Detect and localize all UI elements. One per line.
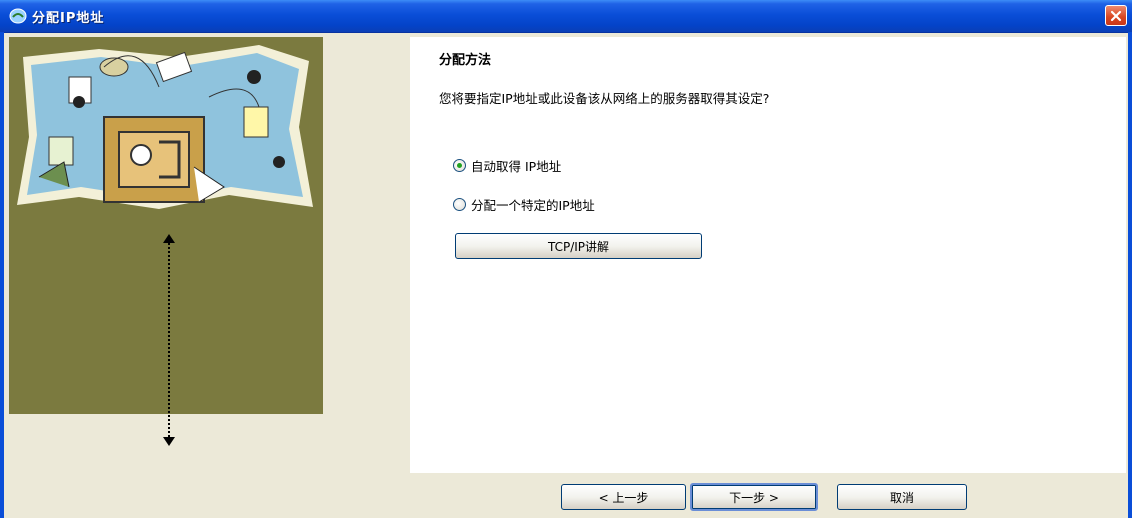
- network-illustration: [17, 45, 313, 209]
- tcpip-help-button[interactable]: TCP/IP讲解: [455, 233, 702, 259]
- radio-static-ip[interactable]: 分配一个特定的IP地址: [453, 195, 595, 214]
- radio-auto-ip-label: 自动取得 IP地址: [471, 159, 562, 174]
- back-button[interactable]: < 上一步: [561, 484, 686, 510]
- section-heading: 分配方法: [439, 53, 492, 68]
- window-frame-right: [1128, 32, 1132, 518]
- wizard-side-panel: [9, 37, 323, 446]
- cancel-button[interactable]: 取消: [837, 484, 967, 510]
- radio-static-ip-label: 分配一个特定的IP地址: [471, 198, 595, 213]
- question-text: 您将要指定IP地址或此设备该从网络上的服务器取得其设定?: [439, 91, 770, 106]
- radio-checked-icon[interactable]: [453, 159, 466, 172]
- window-frame-left: [0, 32, 4, 518]
- window-title: 分配IP地址: [32, 11, 105, 26]
- wizard-content: 分配方法 您将要指定IP地址或此设备该从网络上的服务器取得其设定? 自动取得 I…: [410, 37, 1126, 473]
- radio-auto-ip[interactable]: 自动取得 IP地址: [453, 156, 561, 175]
- title-bar: 分配IP地址: [0, 0, 1132, 33]
- close-icon: [1110, 10, 1122, 21]
- next-button[interactable]: 下一步 >: [690, 483, 818, 511]
- app-icon: [9, 8, 27, 24]
- radio-unchecked-icon[interactable]: [453, 198, 466, 211]
- close-button[interactable]: [1105, 5, 1127, 26]
